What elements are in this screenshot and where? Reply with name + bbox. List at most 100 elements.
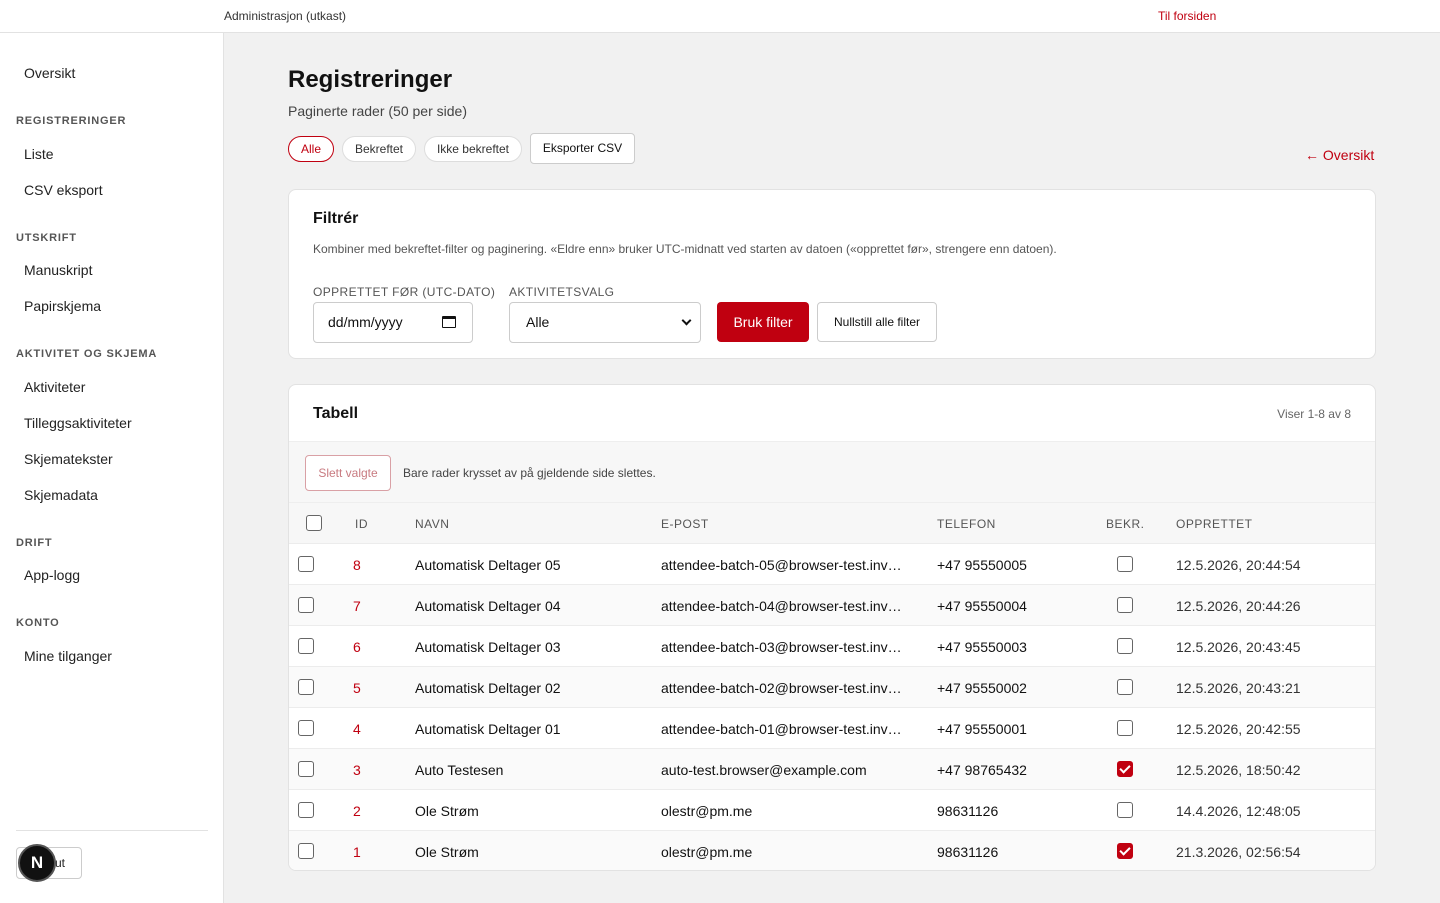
activity-select[interactable]: Alle (509, 302, 701, 343)
row-id-link[interactable]: 7 (353, 598, 361, 614)
filter-pill-confirmed[interactable]: Bekreftet (342, 136, 416, 162)
sidebar-item-extra-activities[interactable]: Tilleggsaktiviteter (24, 415, 132, 431)
table-row: 5 Automatisk Deltager 02 attendee-batch-02… (289, 666, 1375, 707)
filter-pill-all[interactable]: Alle (288, 136, 334, 162)
filter-card: Filtrér Kombiner med bekreftet-filter og… (288, 189, 1376, 359)
table-row: 1 Ole Strøm olestr@pm.me 98631126 21.3.2026,… (289, 830, 1375, 870)
row-confirmed-checkbox[interactable] (1117, 843, 1133, 859)
row-name: Automatisk Deltager 03 (415, 639, 561, 655)
row-email: olestr@pm.me (661, 844, 753, 860)
row-email: attendee-batch-04@browser-test.invalid (661, 598, 905, 614)
sidebar-item-my-access[interactable]: Mine tilganger (24, 648, 112, 664)
home-link[interactable]: Til forsiden (1158, 9, 1216, 23)
row-id-link[interactable]: 5 (353, 680, 361, 696)
activity-select-value: Alle (526, 314, 550, 330)
sidebar-item-list[interactable]: Liste (24, 146, 54, 162)
row-created: 12.5.2026, 20:43:21 (1176, 680, 1301, 696)
row-id-link[interactable]: 8 (353, 557, 361, 573)
export-csv-button[interactable]: Eksporter CSV (530, 133, 635, 164)
table-row: 7 Automatisk Deltager 04 attendee-batch-04… (289, 584, 1375, 625)
row-id-link[interactable]: 2 (353, 803, 361, 819)
reset-filters-button[interactable]: Nullstill alle filter (817, 302, 937, 342)
row-created: 12.5.2026, 18:50:42 (1176, 762, 1301, 778)
table-count: Viser 1-8 av 8 (1277, 407, 1351, 421)
select-all-checkbox[interactable] (306, 515, 322, 531)
row-email: attendee-batch-05@browser-test.invalid (661, 557, 905, 573)
date-label: OPPRETTET FØR (UTC-DATO) (313, 285, 496, 299)
filter-pill-unconfirmed[interactable]: Ikke bekreftet (424, 136, 522, 162)
delete-selected-button[interactable]: Slett valgte (305, 455, 391, 491)
sidebar-heading-print: UTSKRIFT (16, 232, 77, 244)
row-email: olestr@pm.me (661, 803, 753, 819)
row-select-checkbox[interactable] (298, 761, 314, 777)
row-name: Ole Strøm (415, 803, 479, 819)
row-confirmed-checkbox[interactable] (1117, 802, 1133, 818)
activity-label: AKTIVITETSVALG (509, 285, 615, 299)
sidebar-item-form-data[interactable]: Skjemadata (24, 487, 98, 503)
row-select-checkbox[interactable] (298, 843, 314, 859)
sidebar-item-csv-export[interactable]: CSV eksport (24, 182, 103, 198)
table-row: 8 Automatisk Deltager 05 attendee-batch-05… (289, 543, 1375, 584)
row-id-link[interactable]: 3 (353, 762, 361, 778)
table-card: Tabell Viser 1-8 av 8 Slett valgte Bare … (288, 384, 1376, 871)
column-header-phone: TELEFON (937, 517, 996, 531)
date-placeholder: dd/mm/yyyy (328, 314, 403, 330)
row-confirmed-checkbox[interactable] (1117, 597, 1133, 613)
row-id-link[interactable]: 4 (353, 721, 361, 737)
row-email: auto-test.browser@example.com (661, 762, 867, 778)
sidebar-item-overview[interactable]: Oversikt (24, 65, 75, 81)
calendar-icon[interactable] (442, 316, 456, 328)
table-row: 4 Automatisk Deltager 01 attendee-batch-01… (289, 707, 1375, 748)
row-created: 21.3.2026, 02:56:54 (1176, 844, 1301, 860)
row-phone: +47 95550001 (937, 721, 1027, 737)
row-name: Automatisk Deltager 02 (415, 680, 561, 696)
apply-filter-button[interactable]: Bruk filter (717, 302, 809, 342)
sidebar-heading-activity: AKTIVITET OG SKJEMA (16, 348, 158, 360)
filter-title: Filtrér (313, 210, 359, 227)
row-select-checkbox[interactable] (298, 638, 314, 654)
row-id-link[interactable]: 6 (353, 639, 361, 655)
sidebar-item-activities[interactable]: Aktiviteter (24, 379, 85, 395)
row-confirmed-checkbox[interactable] (1117, 638, 1133, 654)
sidebar-heading-account: KONTO (16, 617, 60, 629)
row-created: 12.5.2026, 20:43:45 (1176, 639, 1301, 655)
row-confirmed-checkbox[interactable] (1117, 761, 1133, 777)
row-confirmed-checkbox[interactable] (1117, 679, 1133, 695)
app-title: Administrasjon (utkast) (224, 9, 347, 23)
row-phone: 98631126 (937, 844, 999, 860)
row-phone: +47 95550005 (937, 557, 1027, 573)
table-row: 6 Automatisk Deltager 03 attendee-batch-03… (289, 625, 1375, 666)
row-select-checkbox[interactable] (298, 679, 314, 695)
row-name: Auto Testesen (415, 762, 504, 778)
row-created: 12.5.2026, 20:44:54 (1176, 557, 1301, 573)
sidebar-item-form-texts[interactable]: Skjematekster (24, 451, 113, 467)
row-email: attendee-batch-02@browser-test.invalid (661, 680, 905, 696)
created-before-date-input[interactable]: dd/mm/yyyy (313, 302, 473, 343)
row-select-checkbox[interactable] (298, 556, 314, 572)
row-name: Ole Strøm (415, 844, 479, 860)
row-confirmed-checkbox[interactable] (1117, 556, 1133, 572)
row-name: Automatisk Deltager 01 (415, 721, 561, 737)
sidebar-item-paper-form[interactable]: Papirskjema (24, 298, 101, 314)
column-header-email: E-POST (661, 517, 709, 531)
row-phone: +47 95550002 (937, 680, 1027, 696)
chevron-down-icon (681, 315, 692, 326)
sidebar-heading-operations: DRIFT (16, 537, 53, 549)
row-confirmed-checkbox[interactable] (1117, 720, 1133, 736)
page-title: Registreringer (288, 66, 453, 93)
row-id-link[interactable]: 1 (353, 844, 361, 860)
row-select-checkbox[interactable] (298, 597, 314, 613)
sidebar-heading-registrations: REGISTRERINGER (16, 115, 127, 127)
dev-tools-badge[interactable]: N (18, 844, 56, 882)
row-phone: +47 98765432 (937, 762, 1027, 778)
row-created: 12.5.2026, 20:44:26 (1176, 598, 1301, 614)
row-email: attendee-batch-01@browser-test.invalid (661, 721, 905, 737)
row-phone: +47 95550003 (937, 639, 1027, 655)
row-select-checkbox[interactable] (298, 720, 314, 736)
sidebar-item-manuscript[interactable]: Manuskript (24, 262, 92, 278)
page-subtitle: Paginerte rader (50 per side) (288, 103, 467, 119)
sidebar-divider (16, 830, 208, 831)
row-select-checkbox[interactable] (298, 802, 314, 818)
back-to-overview-link[interactable]: ← Oversikt (1305, 147, 1374, 163)
sidebar-item-app-log[interactable]: App-logg (24, 567, 80, 583)
